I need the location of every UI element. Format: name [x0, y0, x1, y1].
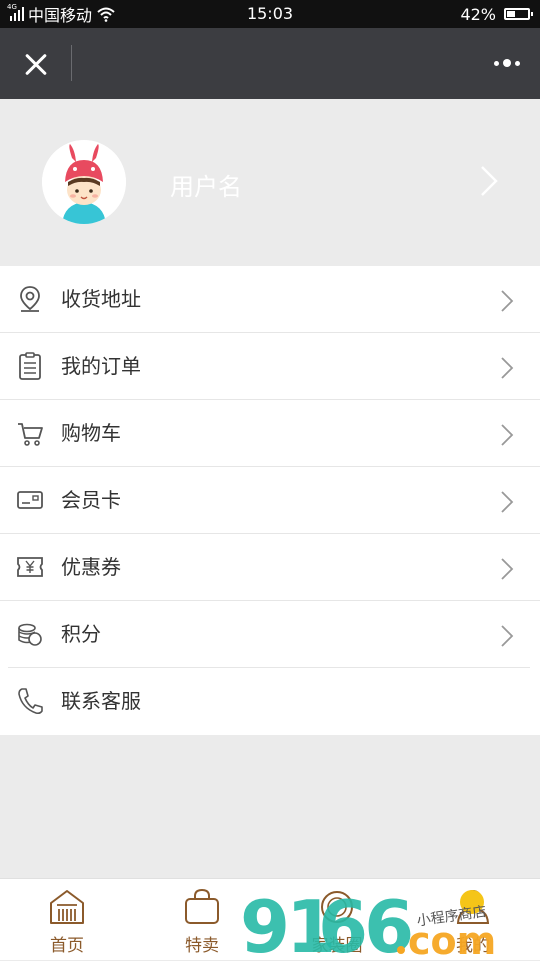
shopping-bag-icon: [185, 888, 219, 924]
menu-item-my-orders[interactable]: 我的订单: [0, 333, 540, 400]
status-right: 42%: [460, 0, 533, 28]
nav-divider: [71, 45, 72, 81]
battery-level: [507, 11, 515, 17]
more-dots-icon[interactable]: [488, 50, 526, 76]
menu-item-shopping-cart[interactable]: 购物车: [0, 400, 540, 467]
circle-icon: [321, 891, 353, 923]
menu-label: 我的订单: [61, 354, 141, 378]
chevron-right-icon: [501, 625, 514, 647]
member-card-icon: [17, 491, 43, 509]
tab-label: 我的: [456, 936, 490, 956]
tab-home[interactable]: 首页: [27, 879, 107, 961]
chevron-right-icon: [501, 558, 514, 580]
close-icon[interactable]: [16, 44, 56, 84]
chevron-right-icon: [501, 424, 514, 446]
battery-icon: [504, 8, 533, 20]
location-pin-icon: [20, 286, 40, 312]
menu-list: 收货地址 我的订单 购物车 会员卡 优惠券 积分 联系客服: [0, 266, 540, 735]
menu-label: 收货地址: [61, 287, 141, 311]
status-time: 15:03: [246, 4, 294, 23]
status-bar: 4G 中国移动 15:03 42%: [0, 0, 540, 28]
clipboard-icon: [19, 352, 41, 380]
battery-percent: 42%: [460, 4, 496, 24]
tab-home-decor-circle[interactable]: 家装圈: [297, 879, 377, 961]
chevron-right-icon: [501, 290, 514, 312]
avatar-illustration: [42, 140, 126, 224]
tab-mine[interactable]: 我的: [433, 879, 513, 961]
tab-label: 首页: [50, 936, 84, 956]
tab-label: 特卖: [185, 936, 219, 956]
menu-item-shipping-address[interactable]: 收货地址: [0, 266, 540, 333]
coupon-icon: [17, 557, 43, 577]
shopping-cart-icon: [18, 423, 43, 446]
menu-label: 积分: [61, 622, 101, 646]
menu-item-points[interactable]: 积分: [0, 601, 540, 668]
points-coins-icon: [18, 623, 42, 646]
tab-bar: 首页 特卖 家装圈 我的: [0, 878, 540, 960]
nav-bar: [0, 28, 540, 99]
avatar[interactable]: [42, 140, 126, 224]
username: 用户名: [170, 173, 242, 201]
tab-sale[interactable]: 特卖: [162, 879, 242, 961]
menu-item-member-card[interactable]: 会员卡: [0, 467, 540, 534]
tab-label: 家装圈: [311, 936, 363, 956]
user-icon: [456, 890, 490, 924]
menu-label: 优惠券: [61, 555, 121, 579]
chevron-right-icon: [501, 491, 514, 513]
chevron-right-icon[interactable]: [470, 163, 500, 199]
menu-label: 购物车: [61, 421, 121, 445]
chevron-right-icon: [501, 357, 514, 379]
menu-label: 会员卡: [61, 488, 121, 512]
profile-header[interactable]: 用户名: [0, 99, 540, 266]
menu-item-customer-service[interactable]: 联系客服: [0, 668, 540, 735]
home-icon: [50, 890, 84, 924]
phone-icon: [18, 688, 43, 715]
menu-label: 联系客服: [61, 689, 141, 713]
menu-item-coupons[interactable]: 优惠券: [0, 534, 540, 601]
